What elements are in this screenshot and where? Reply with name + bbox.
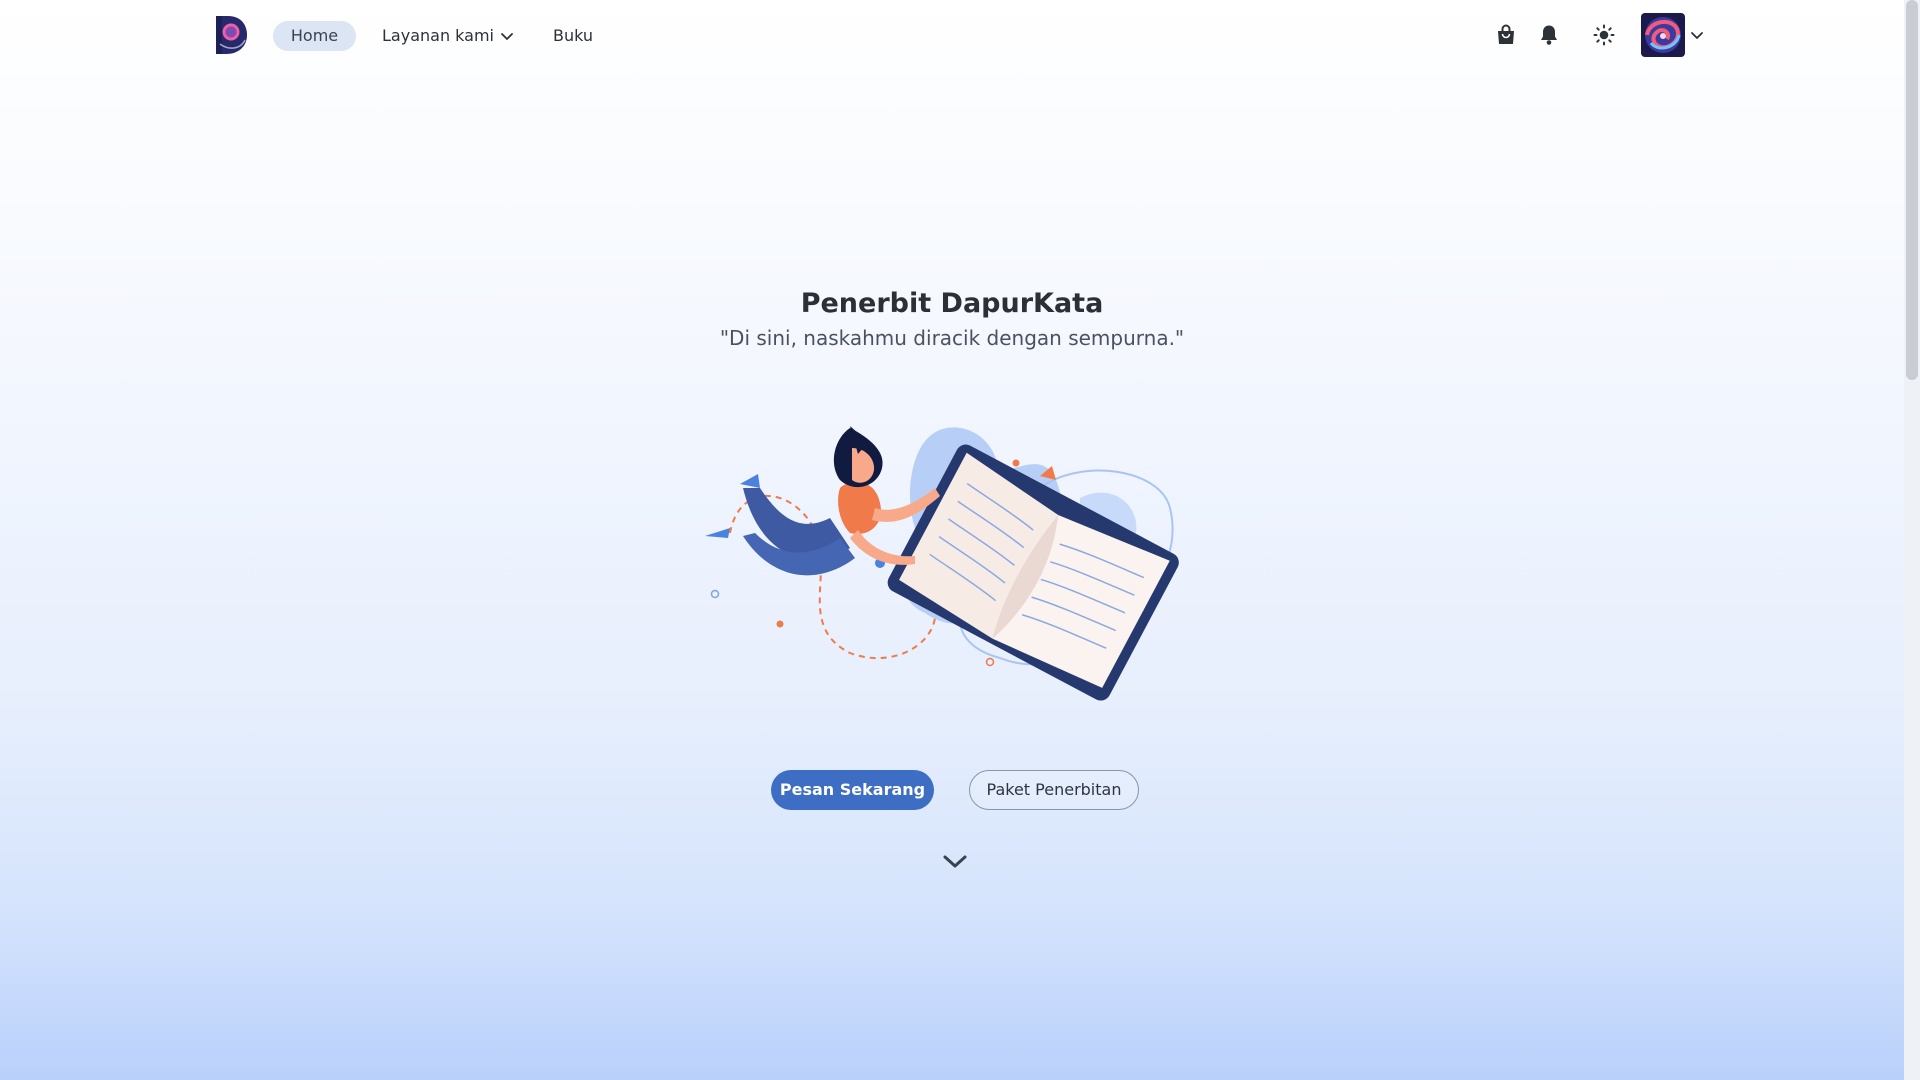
avatar-image (1641, 13, 1685, 57)
shopping-bag-icon[interactable] (1494, 23, 1518, 47)
hero-subtitle: "Di sini, naskahmu diracik dengan sempur… (719, 326, 1185, 350)
sun-icon[interactable] (1592, 23, 1616, 47)
scroll-down-chevron-icon[interactable] (941, 852, 969, 872)
page-scrollbar[interactable] (1904, 0, 1920, 1080)
scrollbar-thumb[interactable] (1906, 0, 1918, 380)
user-avatar[interactable] (1641, 13, 1685, 57)
brand-logo[interactable] (214, 14, 248, 56)
nav-home[interactable]: Home (273, 21, 356, 51)
chevron-down-icon (501, 33, 513, 40)
hero-title: Penerbit DapurKata (800, 288, 1104, 319)
hero-illustration (705, 426, 1179, 701)
top-navbar: Home Layanan kami Buku (0, 0, 1904, 70)
bell-icon[interactable] (1537, 23, 1561, 47)
pesan-sekarang-button[interactable]: Pesan Sekarang (771, 770, 934, 810)
nav-buku[interactable]: Buku (553, 21, 593, 51)
chevron-down-icon[interactable] (1689, 27, 1705, 43)
nav-layanan-kami[interactable]: Layanan kami (382, 21, 514, 51)
paket-penerbitan-button[interactable]: Paket Penerbitan (969, 770, 1139, 810)
nav-layanan-label: Layanan kami (382, 26, 494, 45)
